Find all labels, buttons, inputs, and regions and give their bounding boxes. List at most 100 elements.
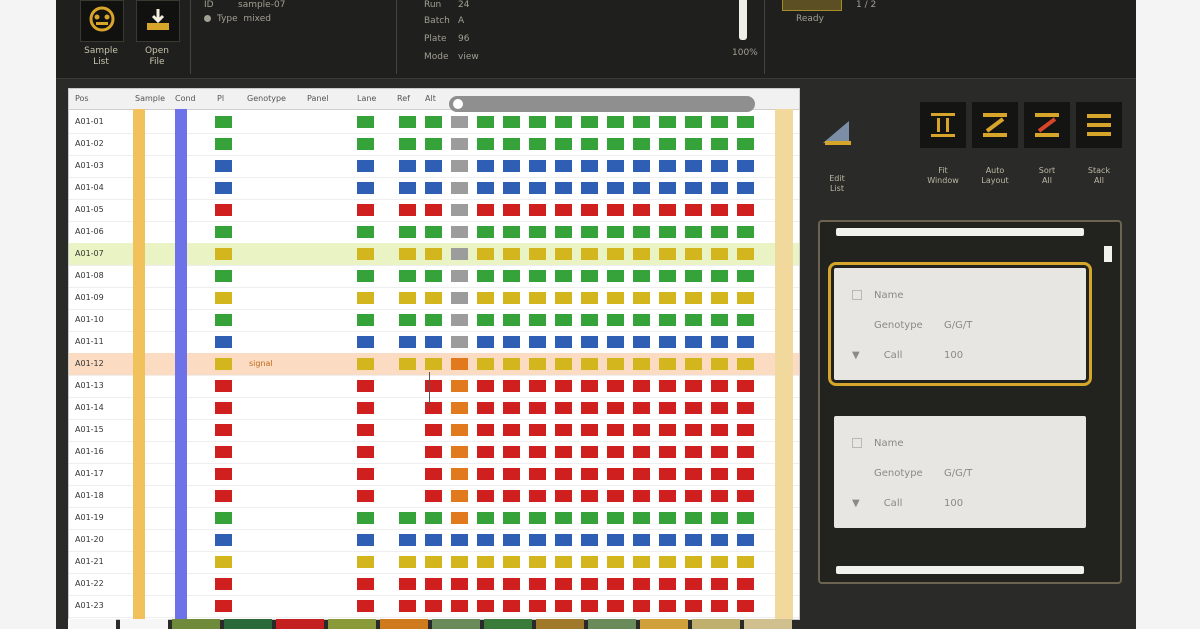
genotype-cell[interactable] [503,512,520,524]
genotype-cell[interactable] [607,204,624,216]
genotype-cell[interactable] [555,446,572,458]
legend-swatch[interactable] [484,619,532,629]
genotype-cell[interactable] [737,204,754,216]
inspector-bottom-bar[interactable] [836,566,1084,574]
genotype-cell[interactable] [425,512,442,524]
genotype-cell[interactable] [503,402,520,414]
genotype-cell[interactable] [581,336,598,348]
genotype-cell[interactable] [633,490,650,502]
genotype-cell[interactable] [399,556,416,568]
genotype-cell[interactable] [529,292,546,304]
genotype-cell[interactable] [425,226,442,238]
genotype-cell[interactable] [451,600,468,612]
genotype-cell[interactable] [659,204,676,216]
legend-swatch[interactable] [432,619,480,629]
genotype-cell[interactable] [529,578,546,590]
genotype-cell[interactable] [477,534,494,546]
genotype-cell[interactable] [399,160,416,172]
genotype-cell[interactable] [555,138,572,150]
genotype-cell[interactable] [451,160,468,172]
genotype-cell[interactable] [451,358,468,370]
genotype-cell[interactable] [737,424,754,436]
genotype-cell[interactable] [529,512,546,524]
genotype-cell[interactable] [399,270,416,282]
genotype-cell[interactable] [503,358,520,370]
col-header-pl[interactable]: Pl [217,94,224,103]
genotype-cell[interactable] [529,446,546,458]
genotype-cell[interactable] [425,248,442,260]
genotype-cell[interactable] [685,160,702,172]
stack-button[interactable]: Stack All [1076,102,1122,185]
genotype-cell[interactable] [451,292,468,304]
inspector-top-bar[interactable] [836,228,1084,236]
genotype-cell[interactable] [711,204,728,216]
genotype-cell[interactable] [659,226,676,238]
genotype-cell[interactable] [503,600,520,612]
genotype-cell[interactable] [659,578,676,590]
genotype-cell[interactable] [555,204,572,216]
genotype-cell[interactable] [555,270,572,282]
genotype-cell[interactable] [711,424,728,436]
genotype-cell[interactable] [685,138,702,150]
genotype-cell[interactable] [711,556,728,568]
genotype-cell[interactable] [215,314,232,326]
genotype-cell[interactable] [357,600,374,612]
genotype-cell[interactable] [357,468,374,480]
genotype-cell[interactable] [503,204,520,216]
genotype-cell[interactable] [607,336,624,348]
genotype-cell[interactable] [451,468,468,480]
genotype-cell[interactable] [737,578,754,590]
genotype-cell[interactable] [659,446,676,458]
genotype-cell[interactable] [357,402,374,414]
sample-card[interactable]: Name Genotype G/G/T ▼ Call 100 [834,416,1086,528]
genotype-cell[interactable] [357,446,374,458]
genotype-cell[interactable] [477,468,494,480]
genotype-cell[interactable] [581,446,598,458]
genotype-cell[interactable] [555,160,572,172]
genotype-cell[interactable] [685,204,702,216]
genotype-cell[interactable] [555,534,572,546]
genotype-cell[interactable] [659,182,676,194]
genotype-cell[interactable] [737,160,754,172]
genotype-cell[interactable] [581,534,598,546]
genotype-cell[interactable] [555,512,572,524]
genotype-cell[interactable] [737,600,754,612]
genotype-cell[interactable] [357,556,374,568]
genotype-cell[interactable] [711,490,728,502]
legend-swatch[interactable] [68,619,116,629]
genotype-cell[interactable] [581,468,598,480]
genotype-cell[interactable] [711,578,728,590]
genotype-cell[interactable] [357,226,374,238]
genotype-cell[interactable] [711,512,728,524]
legend-swatch[interactable] [328,619,376,629]
genotype-cell[interactable] [357,336,374,348]
genotype-cell[interactable] [357,512,374,524]
genotype-cell[interactable] [477,446,494,458]
genotype-cell[interactable] [529,380,546,392]
genotype-cell[interactable] [633,402,650,414]
genotype-cell[interactable] [607,182,624,194]
genotype-cell[interactable] [581,292,598,304]
genotype-cell[interactable] [685,182,702,194]
genotype-cell[interactable] [529,600,546,612]
genotype-cell[interactable] [451,182,468,194]
genotype-cell[interactable] [633,424,650,436]
genotype-cell[interactable] [477,116,494,128]
genotype-cell[interactable] [425,292,442,304]
genotype-cell[interactable] [659,600,676,612]
genotype-cell[interactable] [737,270,754,282]
genotype-cell[interactable] [555,336,572,348]
col-header-lane[interactable]: Lane [357,94,376,103]
genotype-cell[interactable] [633,116,650,128]
col-header-cond[interactable]: Cond [175,94,196,103]
genotype-cell[interactable] [555,182,572,194]
genotype-cell[interactable] [659,556,676,568]
genotype-cell[interactable] [555,556,572,568]
genotype-cell[interactable] [659,336,676,348]
genotype-cell[interactable] [215,116,232,128]
genotype-cell[interactable] [215,446,232,458]
genotype-cell[interactable] [425,600,442,612]
genotype-cell[interactable] [737,292,754,304]
genotype-cell[interactable] [659,358,676,370]
genotype-cell[interactable] [607,468,624,480]
